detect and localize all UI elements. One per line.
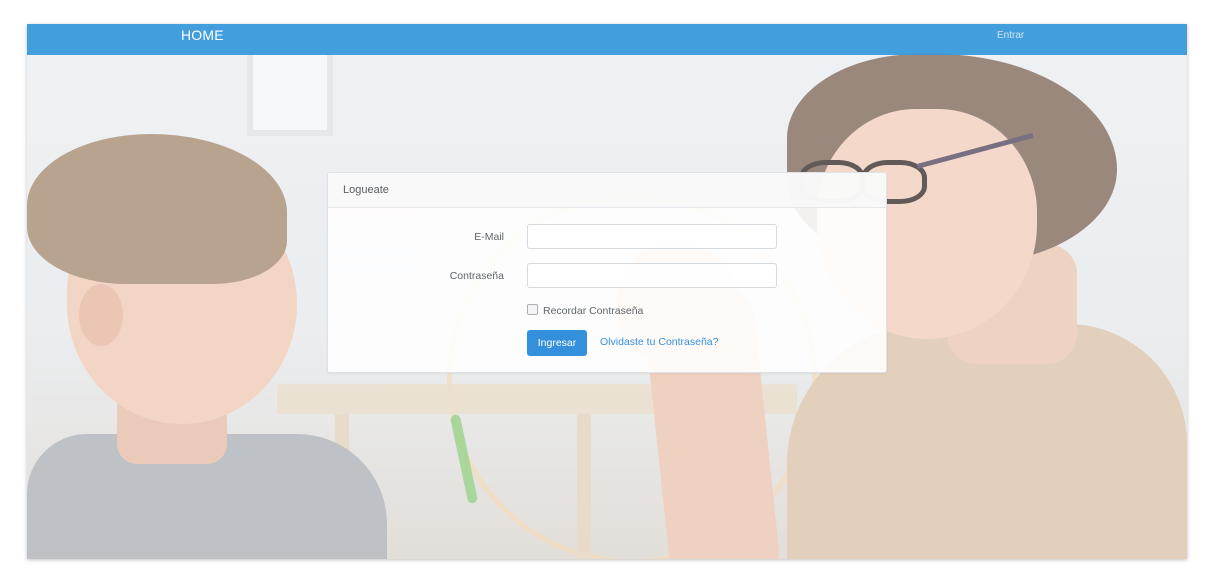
submit-button[interactable]: Ingresar (527, 330, 587, 356)
login-panel: Logueate E-Mail Contraseña Recordar Cont… (327, 172, 887, 373)
email-row: E-Mail (328, 224, 886, 250)
remember-checkbox[interactable] (527, 304, 538, 315)
home-link[interactable]: HOME (181, 26, 224, 44)
login-panel-heading: Logueate (328, 173, 886, 208)
top-navbar: HOME Entrar (27, 24, 1187, 55)
password-field[interactable] (527, 263, 777, 288)
forgot-password-link[interactable]: Olvidaste tu Contraseña? (600, 336, 718, 348)
email-field[interactable] (527, 224, 777, 249)
password-row: Contraseña (328, 263, 886, 289)
email-label: E-Mail (474, 231, 504, 243)
password-label: Contraseña (449, 270, 504, 282)
login-nav-link[interactable]: Entrar (997, 30, 1024, 42)
remember-me[interactable]: Recordar Contraseña (527, 304, 643, 318)
remember-label: Recordar Contraseña (543, 305, 644, 317)
